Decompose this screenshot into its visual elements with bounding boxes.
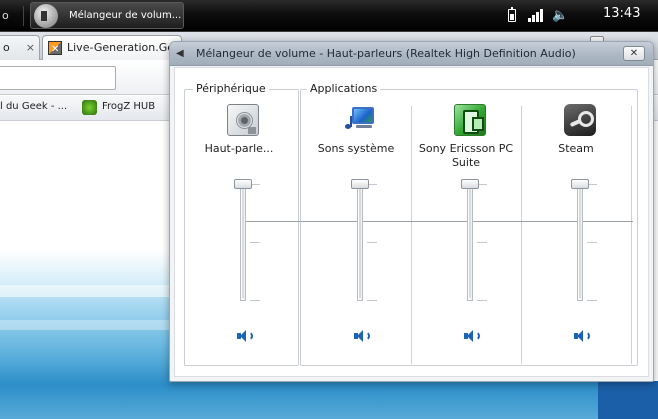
bookmark-geek[interactable]: l du Geek - ... [0, 101, 67, 112]
volume-mixer-icon [34, 4, 58, 28]
volume-slider-track[interactable] [240, 182, 246, 301]
slider-ticks [367, 184, 383, 303]
address-field[interactable] [0, 66, 116, 90]
close-tab-icon[interactable]: × [26, 36, 35, 59]
steam-icon[interactable] [564, 104, 596, 136]
taskbar-button-label: Mélangeur de volum... [69, 10, 182, 21]
volume-slider-track[interactable] [357, 182, 363, 301]
window-title: Mélangeur de volume - Haut-parleurs (Rea… [196, 47, 576, 60]
slider-ticks [587, 184, 603, 303]
channel-name: Sons système [317, 142, 395, 155]
title-bar[interactable]: ◀ Mélangeur de volume - Haut-parleurs (R… [170, 42, 653, 66]
volume-slider-thumb[interactable] [234, 179, 252, 189]
tab-live-generation[interactable]: Live-Generation.Geek [42, 35, 182, 60]
signal-icon[interactable] [528, 9, 544, 22]
taskbar-left-fragment[interactable]: o [0, 6, 24, 26]
page-blue-block [598, 381, 658, 419]
volume-slider-thumb[interactable] [351, 179, 369, 189]
channel-haut-parleurs: Haut-parle... [184, 104, 294, 364]
taskbar-button-volume-mixer[interactable]: Mélangeur de volum... [30, 2, 184, 29]
channel-name: Sony Ericsson PC Suite [418, 142, 514, 169]
bookmark-frogz-hub[interactable]: FrogZ HUB [82, 100, 155, 115]
channel-sons-systeme: Sons système [301, 104, 411, 364]
tab-previous[interactable]: o × [0, 35, 40, 60]
channel-name: Steam [558, 142, 594, 155]
mute-speaker-icon[interactable] [574, 329, 592, 343]
system-tray: 🔈 13:43 [478, 0, 658, 32]
mute-speaker-icon[interactable] [354, 329, 372, 343]
mixer-client-area: Périphérique Applications Haut-parle... … [174, 67, 649, 377]
close-button[interactable]: ✕ [623, 46, 645, 61]
device-group-label: Périphérique [193, 82, 269, 95]
volume-slider-thumb[interactable] [461, 179, 479, 189]
volume-slider-track[interactable] [467, 182, 473, 301]
speaker-tray-icon[interactable]: 🔈 [552, 9, 568, 23]
sony-ericsson-icon[interactable] [454, 104, 486, 136]
volume-slider-track[interactable] [577, 182, 583, 301]
clock[interactable]: 13:43 [603, 6, 640, 21]
frog-favicon-icon [82, 100, 97, 115]
speaker-device-icon[interactable] [227, 104, 259, 136]
mute-speaker-icon[interactable] [464, 329, 482, 343]
slider-ticks [477, 184, 493, 303]
taskbar: o Mélangeur de volum... 🔈 13:43 [0, 0, 658, 32]
speaker-title-icon: ◀ [176, 48, 184, 59]
battery-icon[interactable] [508, 7, 516, 22]
slider-ticks [250, 184, 266, 303]
channel-name: Haut-parle... [204, 142, 274, 155]
site-favicon-icon [48, 38, 62, 60]
volume-slider-thumb[interactable] [571, 179, 589, 189]
applications-group-label: Applications [307, 82, 381, 95]
tab-label: Live-Generation.Geek [67, 41, 182, 54]
channel-steam: Steam [521, 104, 631, 364]
channel-sony-ericsson: Sony Ericsson PC Suite [411, 104, 521, 364]
mute-speaker-icon[interactable] [237, 329, 255, 343]
system-sounds-icon[interactable] [344, 104, 376, 136]
channel-divider [631, 106, 632, 364]
volume-mixer-window: ◀ Mélangeur de volume - Haut-parleurs (R… [169, 41, 654, 382]
